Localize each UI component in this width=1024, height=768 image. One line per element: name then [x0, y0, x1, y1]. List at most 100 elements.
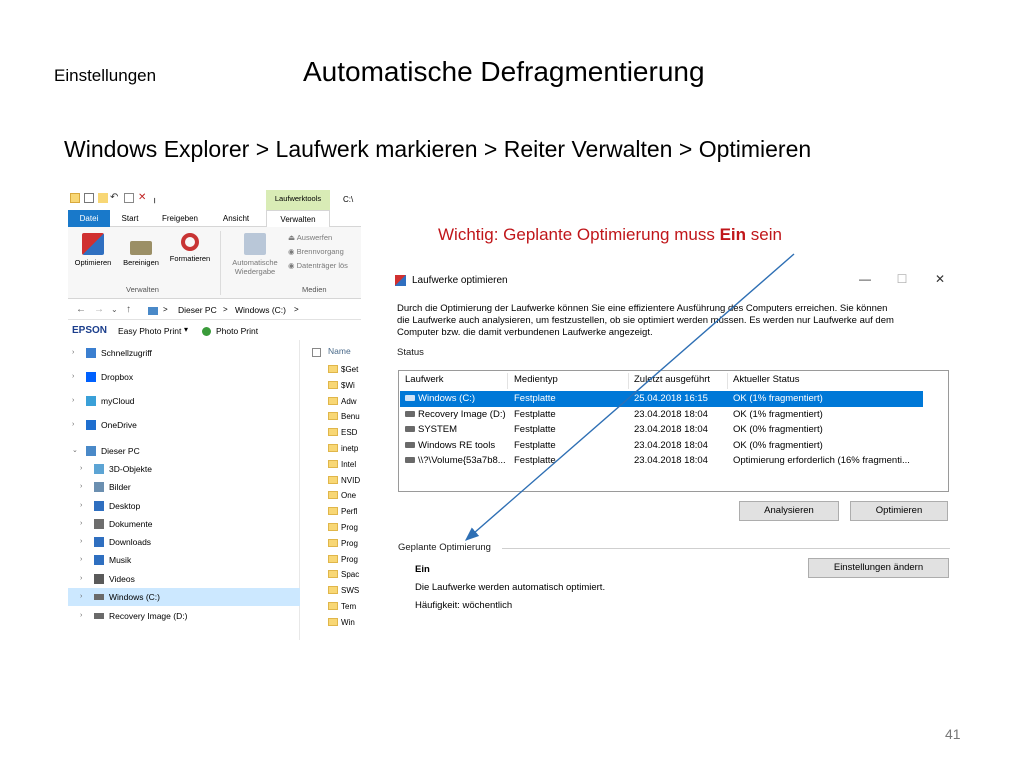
file-row[interactable]: Tem — [328, 599, 356, 615]
note-emphasis: Ein — [719, 225, 747, 244]
up-arrow-icon[interactable]: ↑ — [126, 304, 131, 315]
optimize-button[interactable]: Optimieren — [70, 233, 116, 267]
expanded-chevron-icon[interactable]: ⌄ — [72, 442, 78, 460]
collapsed-chevron-icon[interactable]: › — [80, 460, 82, 478]
file-row[interactable]: Spac — [328, 567, 359, 583]
collapsed-chevron-icon[interactable]: › — [72, 368, 74, 386]
table-row[interactable]: Windows RE tools Festplatte 23.04.2018 18:… — [400, 438, 923, 454]
close-icon[interactable]: ✕ — [933, 272, 947, 286]
nav-item[interactable]: › Recovery Image (D:) — [68, 607, 300, 625]
table-row[interactable]: Recovery Image (D:) Festplatte 23.04.2018 … — [400, 407, 923, 423]
collapsed-chevron-icon[interactable]: › — [80, 478, 82, 496]
file-row[interactable]: SWS — [328, 583, 359, 599]
collapsed-chevron-icon[interactable]: › — [80, 551, 82, 569]
maximize-icon[interactable]: ☐ — [895, 272, 909, 286]
collapsed-chevron-icon[interactable]: › — [72, 344, 74, 362]
photo-print-link[interactable]: Photo Print — [216, 326, 258, 336]
table-row[interactable]: SYSTEM Festplatte 23.04.2018 18:04 OK (0% f… — [400, 422, 923, 438]
file-row[interactable]: Prog — [328, 520, 358, 536]
file-row[interactable]: Adw — [328, 394, 357, 410]
file-row[interactable]: Intel — [328, 457, 356, 473]
optimize-dialog-button[interactable]: Optimieren — [850, 501, 948, 521]
properties-icon[interactable] — [84, 193, 94, 203]
tab-home[interactable]: Start — [112, 210, 148, 227]
back-arrow-icon[interactable]: ← — [76, 304, 86, 315]
collapsed-chevron-icon[interactable]: › — [80, 588, 82, 606]
delete-icon[interactable]: ✕ — [138, 193, 148, 203]
nav-item[interactable]: › Downloads — [68, 533, 300, 551]
change-settings-button[interactable]: Einstellungen ändern — [808, 558, 949, 578]
file-row[interactable]: Prog — [328, 552, 358, 568]
file-row[interactable]: Perfl — [328, 504, 357, 520]
table-cell: OK (0% fragmentiert) — [733, 422, 923, 438]
nav-item[interactable]: ⌄ Dieser PC — [68, 442, 300, 460]
column-header-name[interactable]: Name — [328, 346, 351, 356]
recent-dropdown-icon[interactable]: ⌄ — [111, 305, 118, 314]
nav-item[interactable]: › Videos — [68, 570, 300, 588]
collapsed-chevron-icon[interactable]: › — [80, 607, 82, 625]
folder-icon[interactable] — [70, 193, 80, 203]
tab-view[interactable]: Ansicht — [213, 210, 259, 227]
nav-item[interactable]: › Bilder — [68, 478, 300, 496]
checkmark-icon[interactable] — [124, 193, 134, 203]
address-drive[interactable]: Windows (C:) — [235, 305, 286, 315]
cleanup-button[interactable]: Bereinigen — [118, 233, 164, 267]
file-row[interactable]: $Wi — [328, 378, 355, 394]
folder-icon — [328, 570, 338, 579]
eject-button[interactable]: ⏏ Auswerfen — [288, 233, 332, 242]
address-sep-2: > — [223, 305, 228, 314]
nav-item[interactable]: › 3D-Objekte — [68, 460, 300, 478]
dialog-description: Durch die Optimierung der Laufwerke könn… — [397, 303, 937, 339]
file-name: ESD — [341, 428, 358, 438]
forward-arrow-icon[interactable]: → — [94, 304, 104, 315]
format-button[interactable]: Formatieren — [167, 233, 213, 263]
table-row[interactable]: \\?\Volume{53a7b8... Festplatte 23.04.2018… — [400, 453, 923, 469]
collapsed-chevron-icon[interactable]: › — [80, 533, 82, 551]
file-row[interactable]: NVID — [328, 473, 360, 489]
dropdown-arrow-icon[interactable]: ▾ — [184, 325, 188, 334]
tab-file[interactable]: Datei — [68, 210, 110, 227]
drive-tools-title: Laufwerktools — [266, 190, 330, 210]
analyze-button[interactable]: Analysieren — [739, 501, 839, 521]
file-row[interactable]: One — [328, 488, 356, 504]
file-row[interactable]: inetp — [328, 441, 358, 457]
nav-item[interactable]: › myCloud — [68, 392, 300, 410]
undo-icon[interactable]: ↶ — [110, 193, 120, 203]
collapsed-chevron-icon[interactable]: › — [72, 416, 74, 434]
autoplay-button[interactable]: Automatische Wiedergabe — [226, 233, 284, 276]
minimize-icon[interactable]: — — [858, 272, 872, 286]
unmount-button[interactable]: ◉ Datenträger lös — [288, 261, 348, 270]
collapsed-chevron-icon[interactable]: › — [72, 392, 74, 410]
burn-button[interactable]: ◉ Brennvorgang — [288, 247, 344, 256]
select-all-checkbox[interactable] — [312, 348, 321, 357]
nav-item[interactable]: › Schnellzugriff — [68, 344, 300, 362]
nav-item[interactable]: › Desktop — [68, 497, 300, 515]
file-row[interactable]: $Get — [328, 362, 358, 378]
collapsed-chevron-icon[interactable]: › — [80, 497, 82, 515]
tab-manage[interactable]: Verwalten — [266, 210, 330, 227]
nav-item[interactable]: › OneDrive — [68, 416, 300, 434]
collapsed-chevron-icon[interactable]: › — [80, 570, 82, 588]
file-row[interactable]: ESD — [328, 425, 357, 441]
column-header-media-type[interactable]: Medientyp — [514, 374, 558, 385]
nav-item[interactable]: › Dokumente — [68, 515, 300, 533]
column-header-current-status[interactable]: Aktueller Status — [733, 374, 800, 385]
collapsed-chevron-icon[interactable]: › — [80, 515, 82, 533]
easy-photo-print-link[interactable]: Easy Photo Print — [118, 326, 181, 336]
table-cell: Optimierung erforderlich (16% fragmenti.… — [733, 453, 923, 469]
nav-item[interactable]: › Windows (C:) — [68, 588, 300, 606]
file-row[interactable]: Prog — [328, 536, 358, 552]
nav-item[interactable]: › Musik — [68, 551, 300, 569]
drive-icon — [405, 395, 415, 401]
new-folder-icon[interactable] — [98, 193, 108, 203]
file-row[interactable]: Win — [328, 615, 355, 631]
column-separator — [507, 373, 508, 389]
customize-icon[interactable]: ╷ — [152, 193, 162, 203]
nav-item[interactable]: › Dropbox — [68, 368, 300, 386]
address-this-pc[interactable]: Dieser PC — [178, 305, 217, 315]
column-header-drive[interactable]: Laufwerk — [405, 374, 444, 385]
file-row[interactable]: Benu — [328, 409, 360, 425]
table-row[interactable]: Windows (C:) Festplatte 25.04.2018 16:15 OK… — [400, 391, 923, 407]
column-header-last-run[interactable]: Zuletzt ausgeführt — [634, 374, 710, 385]
tab-share[interactable]: Freigeben — [154, 210, 206, 227]
